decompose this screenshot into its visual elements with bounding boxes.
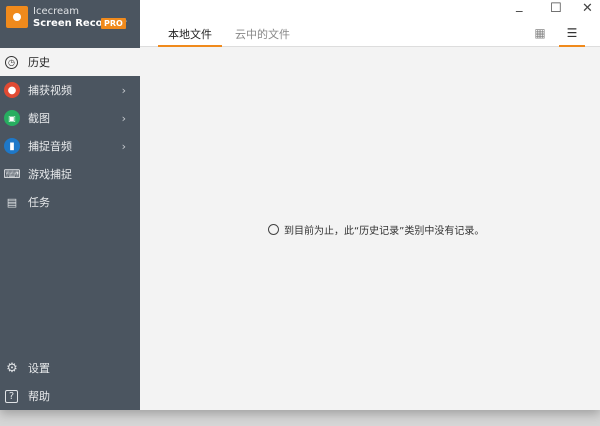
sidebar-item-label: 捕捉音频 <box>28 140 72 153</box>
sidebar: Icecream Screen Recorder PRO ◷ 历史 ● 捕获视频… <box>0 0 140 410</box>
top-bar: _ ☐ ✕ 本地文件 云中的文件 ▦ ☰ <box>140 0 600 47</box>
sidebar-item-label: 帮助 <box>28 390 50 403</box>
gamepad-icon: ⌨ <box>3 167 21 181</box>
clock-icon: ◷ <box>5 55 18 69</box>
sidebar-item-help[interactable]: ? 帮助 <box>0 382 140 410</box>
camera-icon: ▣ <box>4 110 20 126</box>
sidebar-item-settings[interactable]: ⚙ 设置 <box>0 354 140 382</box>
list-icon: ☰ <box>566 26 578 40</box>
sidebar-item-history[interactable]: ◷ 历史 <box>0 48 140 76</box>
grid-icon: ▦ <box>534 26 546 40</box>
brand-name: Icecream <box>33 6 80 17</box>
sidebar-item-capture-audio[interactable]: ▮ 捕捉音频 › <box>0 132 140 160</box>
sidebar-item-label: 设置 <box>28 362 50 375</box>
help-icon: ? <box>5 389 18 403</box>
empty-state: 到目前为止，此“历史记录”类别中没有记录。 <box>268 222 484 237</box>
app-window: Icecream Screen Recorder PRO ◷ 历史 ● 捕获视频… <box>0 0 600 410</box>
grid-view-button[interactable]: ▦ <box>527 26 553 47</box>
record-icon: ● <box>4 82 20 98</box>
chevron-right-icon: › <box>121 111 126 125</box>
list-view-button[interactable]: ☰ <box>559 26 585 47</box>
tab-cloud-files[interactable]: 云中的文件 <box>225 26 300 47</box>
sidebar-item-screenshot[interactable]: ▣ 截图 › <box>0 104 140 132</box>
gear-icon: ⚙ <box>6 360 18 376</box>
microphone-icon: ▮ <box>4 138 20 154</box>
close-button[interactable]: ✕ <box>582 1 593 16</box>
maximize-button[interactable]: ☐ <box>550 1 562 16</box>
sidebar-item-game-capture[interactable]: ⌨ 游戏捕捉 <box>0 160 140 188</box>
clock-icon <box>268 224 279 235</box>
chevron-right-icon: › <box>121 83 126 97</box>
minimize-button[interactable]: _ <box>516 0 523 13</box>
sidebar-item-label: 游戏捕捉 <box>28 168 72 181</box>
sidebar-item-label: 捕获视频 <box>28 84 72 97</box>
empty-message: 到目前为止，此“历史记录”类别中没有记录。 <box>284 226 485 237</box>
task-icon: ▤ <box>6 195 18 209</box>
chevron-right-icon: › <box>121 139 126 153</box>
sidebar-item-label: 任务 <box>28 196 50 209</box>
sidebar-item-capture-video[interactable]: ● 捕获视频 › <box>0 76 140 104</box>
sidebar-item-tasks[interactable]: ▤ 任务 <box>0 188 140 216</box>
tab-local-files[interactable]: 本地文件 <box>158 26 222 47</box>
sidebar-item-label: 历史 <box>28 56 50 69</box>
pro-badge: PRO <box>101 18 126 29</box>
app-logo <box>6 6 28 28</box>
sidebar-item-label: 截图 <box>28 112 50 125</box>
